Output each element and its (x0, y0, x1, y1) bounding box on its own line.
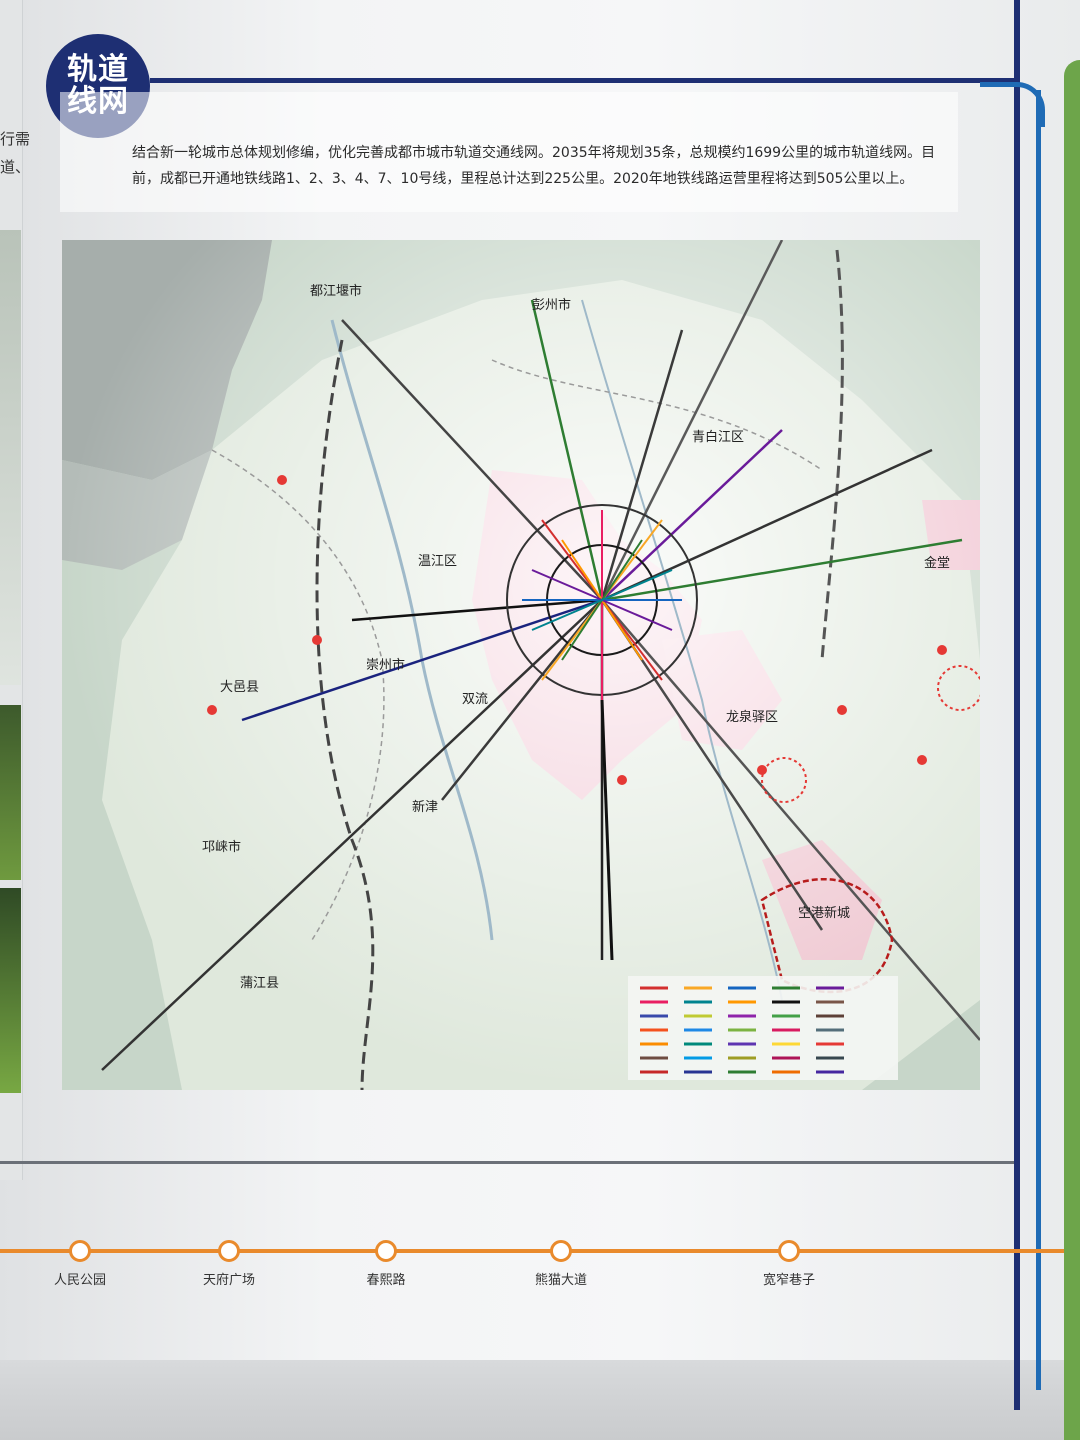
adjacent-panel-photo-1 (0, 705, 21, 880)
station-5: 宽窄巷子 (729, 1240, 849, 1288)
map-label-pujiang: 蒲江县 (240, 976, 280, 991)
adjacent-panel-photo-2 (0, 888, 21, 1093)
map-label-qionglai: 邛崃市 (202, 840, 242, 855)
blue-rail-right (1036, 90, 1041, 1390)
map-label-wenjiang: 温江区 (418, 554, 458, 569)
adjacent-panel-map-image (0, 230, 21, 685)
map-label-jintang: 金堂 (924, 556, 951, 571)
station-dot-icon (218, 1240, 240, 1262)
map-label-dujiangyan: 都江堰市 (310, 284, 363, 299)
station-2: 天府广场 (169, 1240, 289, 1288)
adjacent-panel-text-1: 行需 (0, 130, 31, 148)
map-label-qingbaijiang: 青白江区 (692, 430, 745, 445)
station-1: 人民公园 (20, 1240, 140, 1288)
navy-rail-top (150, 78, 1020, 83)
section-title-line-1: 轨道 (67, 52, 129, 87)
station-name: 宽窄巷子 (762, 1273, 815, 1288)
intro-paragraph: 结合新一轮城市总体规划修编，优化完善成都市城市轨道交通线网。2035年将规划35… (132, 145, 936, 187)
station-name: 春熙路 (366, 1273, 406, 1288)
gray-divider-line (0, 1161, 1014, 1164)
map-label-xinjin: 新津 (412, 800, 439, 815)
station-dot-icon (778, 1240, 800, 1262)
intro-box: 结合新一轮城市总体规划修编，优化完善成都市城市轨道交通线网。2035年将规划35… (60, 92, 958, 212)
map-label-shuangliu: 双流 (462, 692, 489, 707)
map-label-longquanyi: 龙泉驿区 (726, 710, 779, 725)
map-label-chongzhou: 崇州市 (366, 658, 406, 673)
station-3: 春熙路 (326, 1240, 446, 1288)
navy-rail-right (1014, 0, 1020, 1410)
station-dot-icon (69, 1240, 91, 1262)
floor (0, 1360, 1080, 1440)
station-dot-icon (550, 1240, 572, 1262)
green-rail-right (1064, 60, 1080, 1440)
map-label-konggang: 空港新城 (798, 906, 851, 921)
map-label-pengzhou: 彭州市 (532, 298, 572, 313)
map-label-dayi: 大邑县 (220, 680, 260, 695)
station-dot-icon (375, 1240, 397, 1262)
map-graphic (62, 240, 980, 1090)
station-name: 天府广场 (202, 1273, 255, 1288)
adjacent-panel-text-2: 道、 (0, 158, 31, 176)
station-4: 熊猫大道 (501, 1240, 621, 1288)
station-name: 熊猫大道 (534, 1273, 587, 1288)
rail-network-map: 都江堰市 彭州市 青白江区 温江区 崇州市 大邑县 双流 龙泉驿区 新津 邛崃市… (62, 240, 980, 1090)
station-name: 人民公园 (53, 1273, 106, 1288)
